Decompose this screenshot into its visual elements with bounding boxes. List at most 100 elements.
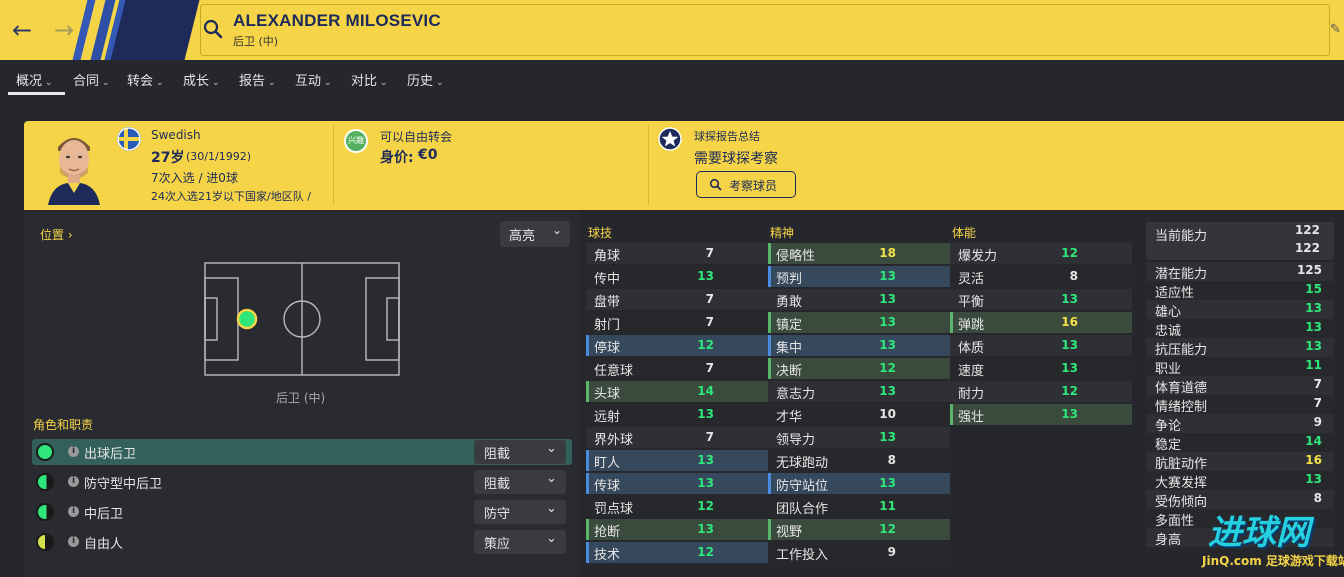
divider — [648, 125, 649, 205]
key-attribute-marker — [586, 381, 589, 402]
tab-label: 历史 — [407, 74, 434, 89]
hidden-attribute-row: 抗压能力 13 — [1146, 338, 1334, 358]
attribute-name: 远射 — [594, 410, 621, 425]
scout-button-label: 考察球员 — [729, 179, 778, 193]
attribute-row: 强壮 13 — [950, 404, 1132, 425]
tab-bar: 概况 ⌄ 合同 ⌄ 转会 ⌄ 成长 ⌄ 报告 ⌄ 互动 ⌄ 对比 ⌄ 历史 ⌄ — [0, 60, 1344, 98]
attribute-name: 弹跳 — [958, 318, 985, 333]
player-name: ALEXANDER MILOSEVIC — [233, 11, 441, 30]
attribute-name: 意志力 — [776, 387, 816, 402]
info-icon[interactable]: i — [68, 476, 79, 487]
role-row[interactable]: i 出球后卫 阻截 ⌄ — [32, 439, 572, 465]
attribute-row: 工作投入 9 — [768, 542, 950, 563]
attribute-name: 耐力 — [958, 387, 985, 402]
chevron-down-icon: ⌄ — [102, 78, 110, 88]
attribute-name: 强壮 — [958, 410, 985, 425]
attribute-value: 13 — [879, 269, 896, 283]
search-icon — [709, 178, 722, 191]
back-arrow-icon[interactable]: ← — [8, 14, 36, 46]
tab-interaction[interactable]: 互动 ⌄ — [295, 70, 332, 89]
attribute-name: 灵活 — [958, 272, 985, 287]
attribute-value: 12 — [697, 499, 714, 513]
youth-caps: 24次入选21岁以下国家/地区队 / — [151, 190, 311, 203]
attribute-name: 抢断 — [594, 525, 621, 540]
attribute-name: 爆发力 — [958, 249, 998, 264]
scout-player-button[interactable]: 考察球员 — [696, 171, 796, 198]
attribute-value: 7 — [705, 292, 714, 306]
forward-arrow-icon[interactable]: → — [50, 14, 78, 46]
chevron-right-icon: › — [67, 228, 73, 242]
chevron-down-icon: ⌄ — [546, 531, 557, 546]
role-row[interactable]: i 自由人 策应 ⌄ — [32, 529, 572, 555]
tab-transfer[interactable]: 转会 ⌄ — [127, 70, 164, 89]
hidden-attribute-value: 15 — [1305, 282, 1322, 296]
divider — [333, 125, 334, 205]
duty-dropdown[interactable]: 阻截 ⌄ — [474, 440, 566, 464]
pitch-position-label: 后卫 (中) — [276, 391, 326, 405]
attribute-row: 角球 7 — [586, 243, 768, 264]
info-icon[interactable]: i — [68, 536, 79, 547]
info-icon[interactable]: i — [68, 506, 79, 517]
tab-contract[interactable]: 合同 ⌄ — [73, 70, 110, 89]
hidden-attribute-value: 13 — [1305, 472, 1322, 486]
ra-name: 当前能力 — [1155, 229, 1208, 244]
key-attribute-marker — [586, 519, 589, 540]
attribute-row: 团队合作 11 — [768, 496, 950, 517]
player-age: 27岁 — [151, 150, 185, 166]
highlight-dropdown[interactable]: 高亮 ⌄ — [500, 221, 570, 247]
hidden-attribute-name: 潜在能力 — [1155, 267, 1208, 282]
attribute-name: 停球 — [594, 341, 621, 356]
key-attribute-marker — [586, 335, 589, 356]
role-suitability-icon — [36, 443, 54, 461]
chevron-down-icon: ⌄ — [546, 471, 557, 486]
attribute-value: 10 — [879, 407, 896, 421]
tab-overview[interactable]: 概况 ⌄ — [16, 70, 53, 89]
role-name: 出球后卫 — [84, 447, 137, 462]
attribute-row: 体质 13 — [950, 335, 1132, 356]
key-attribute-marker — [586, 473, 589, 494]
tab-development[interactable]: 成长 ⌄ — [183, 70, 220, 89]
hidden-attribute-value: 7 — [1313, 377, 1322, 391]
physical-header: 体能 — [952, 226, 977, 240]
hidden-attribute-row: 肮脏动作 16 — [1146, 452, 1334, 472]
attribute-name: 平衡 — [958, 295, 985, 310]
hidden-attribute-value: 13 — [1305, 301, 1322, 315]
attribute-value: 12 — [697, 545, 714, 559]
hidden-attribute-row: 大赛发挥 13 — [1146, 471, 1334, 491]
hidden-attribute-name: 抗压能力 — [1155, 343, 1208, 358]
hidden-attribute-row: 体育道德 7 — [1146, 376, 1334, 396]
attribute-row: 决断 12 — [768, 358, 950, 379]
search-icon[interactable] — [202, 18, 224, 40]
role-row[interactable]: i 防守型中后卫 阻截 ⌄ — [32, 469, 572, 495]
current-ability-row: 当前能力 122 122 — [1146, 222, 1334, 260]
tab-compare[interactable]: 对比 ⌄ — [351, 70, 388, 89]
hidden-attribute-value: 9 — [1313, 415, 1322, 429]
attribute-value: 13 — [879, 476, 896, 490]
tab-reports[interactable]: 报告 ⌄ — [239, 70, 276, 89]
attribute-row: 界外球 7 — [586, 427, 768, 448]
hidden-attribute-value: 8 — [1313, 491, 1322, 505]
attribute-name: 领导力 — [776, 433, 816, 448]
duty-label: 阻截 — [484, 447, 511, 462]
chevron-down-icon: ⌄ — [45, 78, 53, 88]
roles-title: 角色和职责 — [33, 418, 94, 432]
duty-label: 策应 — [484, 537, 511, 552]
hidden-attribute-name: 争论 — [1155, 419, 1182, 434]
tab-label: 合同 — [73, 74, 100, 89]
duty-dropdown[interactable]: 策应 ⌄ — [474, 530, 566, 554]
duty-dropdown[interactable]: 防守 ⌄ — [474, 500, 566, 524]
attribute-name: 侵略性 — [776, 249, 816, 264]
hidden-attribute-value: 14 — [1305, 434, 1322, 448]
role-row[interactable]: i 中后卫 防守 ⌄ — [32, 499, 572, 525]
hidden-attribute-name: 大赛发挥 — [1155, 476, 1208, 491]
pencil-icon[interactable]: ✎ — [1330, 22, 1341, 37]
tab-history[interactable]: 历史 ⌄ — [407, 70, 444, 89]
hidden-attribute-value: 11 — [1305, 358, 1322, 372]
attribute-name: 任意球 — [594, 364, 634, 379]
info-icon[interactable]: i — [68, 446, 79, 457]
duty-dropdown[interactable]: 阻截 ⌄ — [474, 470, 566, 494]
attribute-name: 勇敢 — [776, 295, 803, 310]
position-section-link[interactable]: 位置 › — [40, 226, 73, 243]
chevron-down-icon: ⌄ — [212, 78, 220, 88]
hidden-attribute-value: 16 — [1305, 453, 1322, 467]
